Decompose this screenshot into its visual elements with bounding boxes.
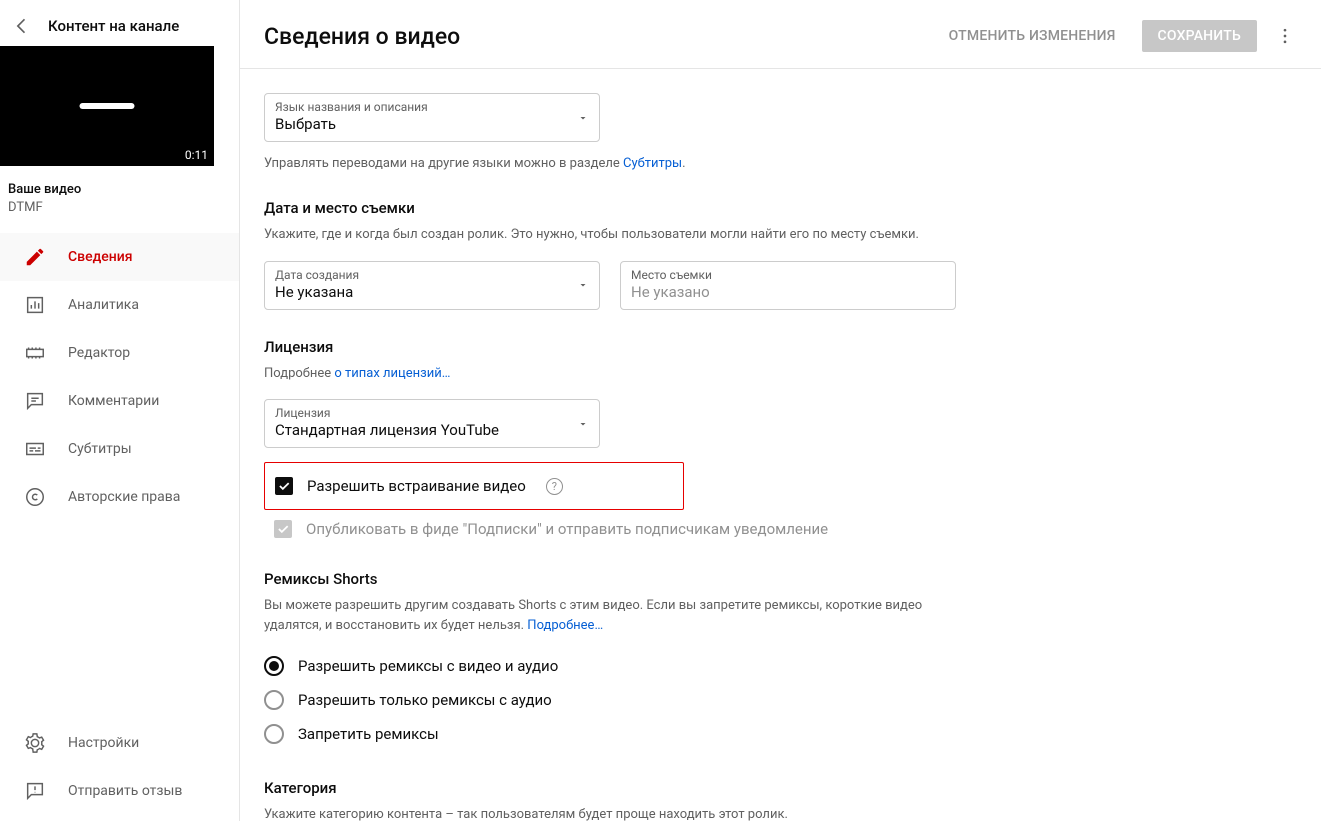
remix-option-disable[interactable]: Запретить ремиксы — [264, 717, 1297, 751]
help-icon[interactable]: ? — [546, 478, 563, 495]
radio-icon — [264, 656, 284, 676]
remix-learn-more-link[interactable]: Подробнее… — [527, 618, 603, 633]
license-types-link[interactable]: о типах лицензий… — [334, 366, 450, 381]
nav-details[interactable]: Сведения — [0, 233, 239, 281]
radio-label: Разрешить ремиксы с видео и аудио — [298, 657, 558, 675]
license-section-title: Лицензия — [264, 338, 1297, 356]
allow-embed-checkbox[interactable] — [275, 477, 293, 495]
cancel-button[interactable]: ОТМЕНИТЬ ИЗМЕНЕНИЯ — [935, 20, 1130, 52]
license-section-desc: Подробнее о типах лицензий… — [264, 364, 944, 384]
field-label: Дата создания — [275, 268, 589, 282]
field-value: Выбрать — [275, 115, 589, 133]
nav-label: Субтитры — [68, 441, 132, 457]
radio-label: Разрешить только ремиксы с аудио — [298, 691, 552, 709]
nav-label: Редактор — [68, 345, 130, 361]
radio-icon — [264, 724, 284, 744]
analytics-icon — [24, 294, 46, 316]
feedback-icon — [24, 780, 46, 802]
back-arrow-icon[interactable] — [12, 16, 32, 36]
field-placeholder: Не указано — [631, 283, 945, 301]
license-select[interactable]: Лицензия Стандартная лицензия YouTube — [264, 399, 600, 448]
nav-label: Авторские права — [68, 489, 180, 505]
pencil-icon — [24, 246, 46, 268]
remix-section-title: Ремиксы Shorts — [264, 570, 1297, 588]
nav-feedback[interactable]: Отправить отзыв — [0, 767, 239, 815]
recording-location-input[interactable]: Место съемки Не указано — [620, 261, 956, 310]
field-value: Не указана — [275, 283, 589, 301]
subtitles-icon — [24, 438, 46, 460]
video-duration: 0:11 — [185, 148, 208, 162]
copyright-icon — [24, 486, 46, 508]
subtitles-link[interactable]: Субтитры — [623, 156, 682, 171]
language-select[interactable]: Язык названия и описания Выбрать — [264, 93, 600, 142]
page-title: Сведения о видео — [264, 23, 923, 50]
nav-editor[interactable]: Редактор — [0, 329, 239, 377]
category-section-desc: Укажите категорию контента – так пользов… — [264, 805, 944, 821]
nav-settings[interactable]: Настройки — [0, 719, 239, 767]
field-value: Стандартная лицензия YouTube — [275, 421, 589, 439]
publish-feed-label: Опубликовать в фиде "Подписки" и отправи… — [306, 520, 828, 538]
video-meta-label: Ваше видео — [8, 182, 219, 197]
save-button[interactable]: СОХРАНИТЬ — [1142, 20, 1257, 52]
nav-label: Аналитика — [68, 297, 139, 313]
subtitles-hint: Управлять переводами на другие языки мож… — [264, 156, 1297, 171]
remix-option-video-audio[interactable]: Разрешить ремиксы с видео и аудио — [264, 649, 1297, 683]
comments-icon — [24, 390, 46, 412]
chevron-down-icon — [577, 418, 589, 430]
allow-embed-label: Разрешить встраивание видео — [307, 477, 526, 495]
date-section-desc: Укажите, где и когда был создан ролик. Э… — [264, 225, 944, 245]
chevron-down-icon — [577, 112, 589, 124]
nav-label: Отправить отзыв — [68, 783, 182, 799]
date-section-title: Дата и место съемки — [264, 199, 1297, 217]
nav-label: Сведения — [68, 249, 133, 265]
nav-label: Комментарии — [68, 393, 159, 409]
nav-analytics[interactable]: Аналитика — [0, 281, 239, 329]
nav-comments[interactable]: Комментарии — [0, 377, 239, 425]
remix-section-desc: Вы можете разрешить другим создавать Sho… — [264, 596, 944, 635]
nav-subtitles[interactable]: Субтитры — [0, 425, 239, 473]
gear-icon — [24, 732, 46, 754]
more-vert-icon[interactable] — [1269, 20, 1301, 52]
chevron-down-icon — [577, 279, 589, 291]
nav-copyright[interactable]: Авторские права — [0, 473, 239, 521]
field-label: Лицензия — [275, 406, 589, 420]
remix-option-audio-only[interactable]: Разрешить только ремиксы с аудио — [264, 683, 1297, 717]
allow-embed-highlight: Разрешить встраивание видео ? — [264, 462, 684, 510]
radio-icon — [264, 690, 284, 710]
radio-label: Запретить ремиксы — [298, 725, 439, 743]
category-section-title: Категория — [264, 779, 1297, 797]
sidebar-header-title: Контент на канале — [48, 17, 179, 35]
field-label: Место съемки — [631, 268, 945, 282]
field-label: Язык названия и описания — [275, 100, 589, 114]
recording-date-select[interactable]: Дата создания Не указана — [264, 261, 600, 310]
nav-label: Настройки — [68, 735, 139, 751]
publish-feed-checkbox — [274, 520, 292, 538]
video-title: DTMF — [8, 200, 219, 215]
video-thumbnail[interactable]: 0:11 — [0, 46, 214, 166]
editor-icon — [24, 342, 46, 364]
